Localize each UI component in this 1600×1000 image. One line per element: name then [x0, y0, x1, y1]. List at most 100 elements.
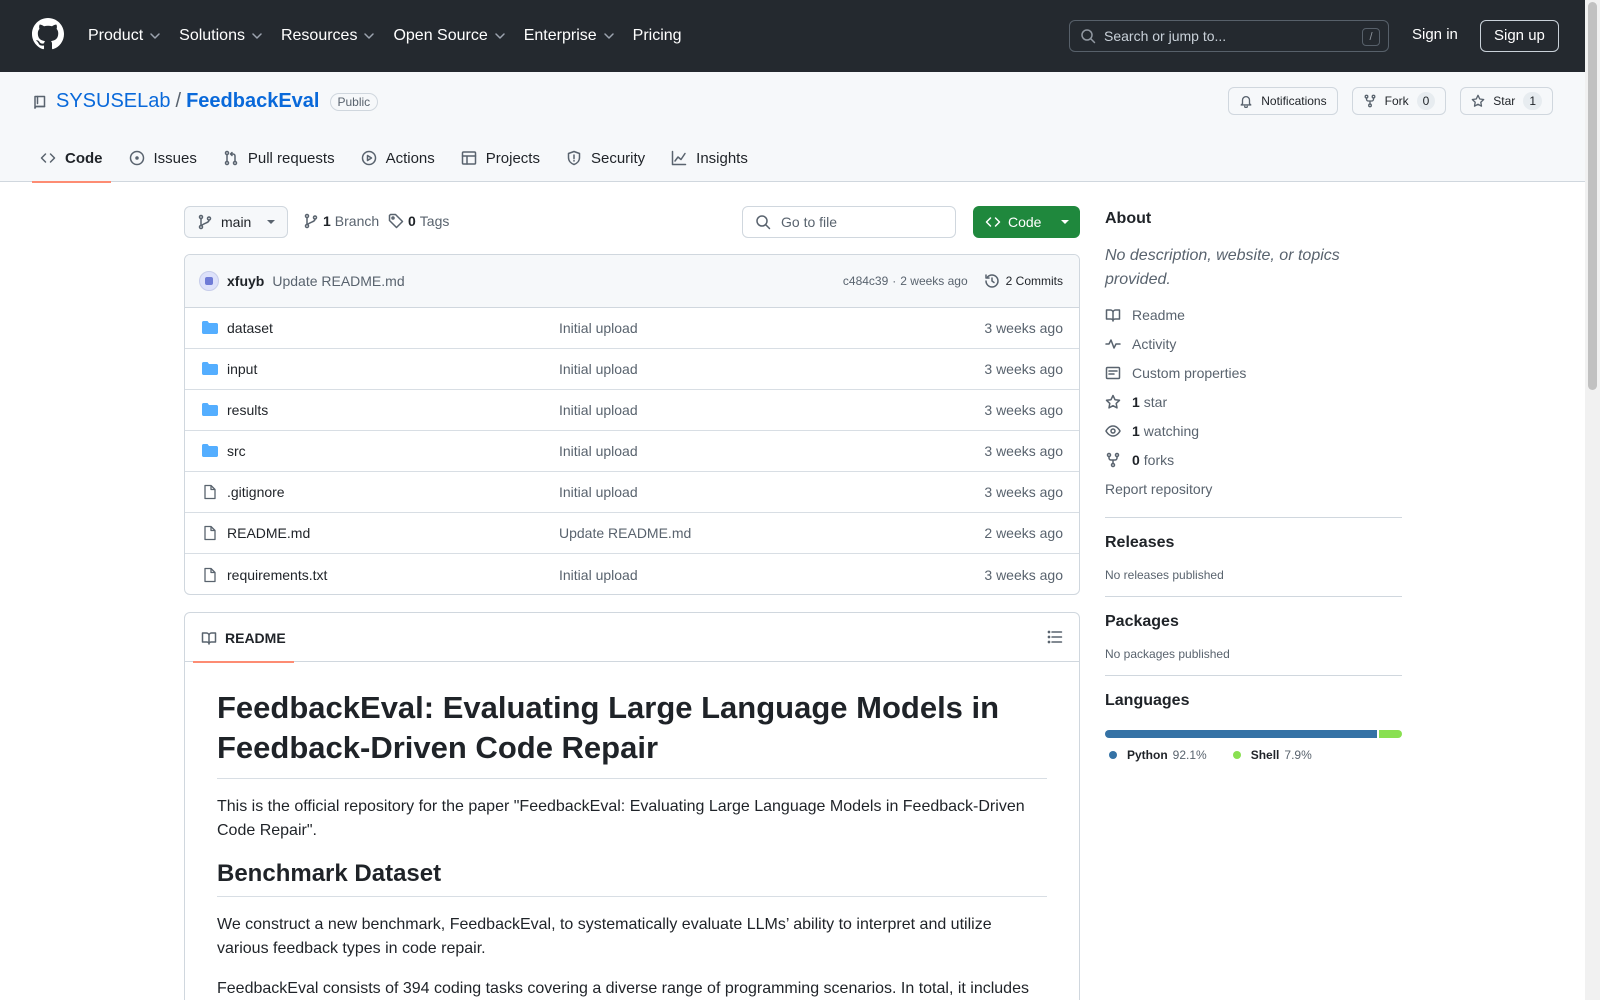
custom-properties-label: Custom properties	[1132, 364, 1247, 381]
file-row[interactable]: .gitignore Initial upload 3 weeks ago	[185, 472, 1079, 513]
scrollbar-thumb[interactable]	[1588, 2, 1597, 390]
tab-label: Pull requests	[247, 149, 335, 167]
branch-icon	[304, 213, 318, 229]
file-commit-time: 3 weeks ago	[984, 320, 1063, 336]
language-item[interactable]: Shell 7.9%	[1232, 748, 1312, 762]
packages-note: No packages published	[1105, 647, 1230, 661]
caret-down-icon	[267, 220, 276, 224]
activity-link[interactable]: Activity	[1105, 329, 1402, 358]
nav-open-source[interactable]: Open Source	[393, 27, 505, 45]
tags-link[interactable]: 0 Tags	[388, 213, 449, 229]
tab-issues[interactable]: Issues	[121, 134, 205, 182]
folder-icon	[201, 320, 227, 336]
forks-link[interactable]: 0 forks	[1105, 445, 1402, 474]
readme-link[interactable]: Readme	[1105, 300, 1402, 329]
watchers-link[interactable]: 1 watching	[1105, 416, 1402, 445]
file-icon	[201, 525, 227, 541]
file-row[interactable]: input Initial upload 3 weeks ago	[185, 349, 1079, 390]
sign-up-button[interactable]: Sign up	[1480, 20, 1559, 52]
file-row[interactable]: dataset Initial upload 3 weeks ago	[185, 308, 1079, 349]
shield-icon	[567, 150, 581, 166]
file-commit-message[interactable]: Update README.md	[559, 525, 984, 541]
tab-security[interactable]: Security	[558, 134, 653, 182]
file-name-link[interactable]: src	[227, 443, 559, 459]
file-name-link[interactable]: input	[227, 361, 559, 377]
stars-link[interactable]: 1 star	[1105, 387, 1402, 416]
report-repository-link[interactable]: Report repository	[1105, 474, 1402, 503]
file-name-link[interactable]: requirements.txt	[227, 567, 559, 583]
fork-button[interactable]: Fork 0	[1351, 87, 1447, 115]
outline-list-icon[interactable]	[1047, 629, 1063, 645]
nav-label: Product	[88, 27, 144, 44]
github-logo-icon[interactable]	[32, 18, 64, 50]
tag-icon	[388, 213, 404, 229]
file-commit-message[interactable]: Initial upload	[559, 443, 984, 459]
nav-label: Solutions	[179, 27, 245, 44]
branch-name: main	[221, 214, 252, 230]
star-count: 1	[1523, 92, 1542, 110]
tab-pull-requests[interactable]: Pull requests	[215, 134, 343, 182]
search-input[interactable]: Search or jump to... /	[1069, 20, 1389, 52]
file-name-link[interactable]: .gitignore	[227, 484, 559, 500]
tab-insights[interactable]: Insights	[663, 134, 756, 182]
file-row[interactable]: src Initial upload 3 weeks ago	[185, 431, 1079, 472]
table-icon	[461, 151, 477, 165]
commit-author[interactable]: xfuyb	[227, 273, 264, 289]
branch-selector[interactable]: main	[184, 206, 289, 238]
nav-pricing[interactable]: Pricing	[633, 27, 682, 45]
readme-header: README	[185, 613, 1079, 663]
file-commit-message[interactable]: Initial upload	[559, 402, 984, 418]
code-dropdown-button[interactable]: Code	[973, 206, 1080, 238]
readme-intro: This is the official repository for the …	[217, 798, 1025, 839]
repo-icon	[34, 95, 46, 109]
commit-meta-separator: ·	[892, 274, 897, 288]
language-item[interactable]: Python 92.1%	[1109, 748, 1207, 762]
avatar[interactable]	[199, 271, 219, 291]
commit-hash[interactable]: c484c39	[843, 274, 888, 288]
language-color-dot	[1232, 751, 1241, 759]
chevron-down-icon	[603, 33, 614, 39]
nav-resources[interactable]: Resources	[281, 27, 375, 45]
tab-readme[interactable]: README	[193, 613, 294, 663]
file-name-link[interactable]: dataset	[227, 320, 559, 336]
code-button-label: Code	[1008, 214, 1042, 230]
repo-name-link[interactable]: FeedbackEval	[186, 90, 319, 113]
repo-header: SYSUSELab / FeedbackEval Public Notifica…	[0, 72, 1585, 183]
releases-title[interactable]: Releases	[1105, 534, 1402, 552]
nav-enterprise[interactable]: Enterprise	[524, 27, 615, 45]
file-row[interactable]: README.md Update README.md 2 weeks ago	[185, 513, 1079, 554]
readme-section-title: Benchmark Dataset	[217, 859, 1047, 897]
repo-owner-link[interactable]: SYSUSELab	[56, 90, 171, 113]
tab-actions[interactable]: Actions	[353, 134, 443, 182]
tab-projects[interactable]: Projects	[453, 134, 548, 182]
notifications-button[interactable]: Notifications	[1228, 87, 1338, 115]
file-commit-message[interactable]: Initial upload	[559, 567, 984, 583]
file-commit-time: 3 weeks ago	[984, 402, 1063, 418]
tab-code[interactable]: Code	[32, 134, 111, 183]
custom-properties-link[interactable]: Custom properties	[1105, 358, 1402, 387]
sidebar-divider	[1105, 675, 1402, 676]
commits-history-link[interactable]: 2 Commits	[984, 273, 1063, 289]
nav-solutions[interactable]: Solutions	[179, 27, 263, 45]
file-commit-message[interactable]: Initial upload	[559, 484, 984, 500]
file-commit-time: 3 weeks ago	[984, 443, 1063, 459]
go-to-file-input[interactable]: Go to file	[742, 206, 956, 238]
packages-title[interactable]: Packages	[1105, 613, 1402, 631]
page-scrollbar[interactable]	[1585, 0, 1600, 1000]
commit-message[interactable]: Update README.md	[272, 273, 404, 289]
file-name-link[interactable]: README.md	[227, 525, 559, 541]
file-commit-time: 3 weeks ago	[984, 484, 1063, 500]
language-name: Python	[1127, 748, 1168, 762]
code-icon	[40, 153, 56, 163]
file-name-link[interactable]: results	[227, 402, 559, 418]
file-commit-message[interactable]: Initial upload	[559, 320, 984, 336]
branches-link[interactable]: 1 Branch	[303, 213, 379, 229]
file-row[interactable]: requirements.txt Initial upload 3 weeks ag…	[185, 554, 1079, 594]
file-row[interactable]: results Initial upload 3 weeks ago	[185, 390, 1079, 431]
file-commit-message[interactable]: Initial upload	[559, 361, 984, 377]
star-button[interactable]: Star 1	[1460, 87, 1553, 115]
file-commit-time: 3 weeks ago	[984, 566, 1063, 583]
branch-icon	[198, 214, 212, 230]
nav-product[interactable]: Product	[88, 27, 161, 45]
sign-in-link[interactable]: Sign in	[1412, 26, 1458, 43]
